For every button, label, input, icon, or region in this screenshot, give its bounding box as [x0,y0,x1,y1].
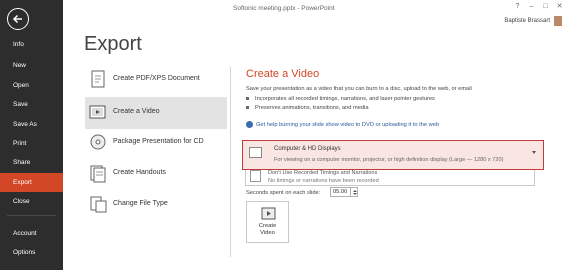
quality-subtitle: For viewing on a computer monitor, proje… [274,157,504,163]
sidebar-item-share[interactable]: Share [0,153,63,172]
help-icon[interactable]: ? [512,2,523,11]
narration-icon [250,170,261,182]
option-label: Package Presentation for CD [113,138,204,145]
spin-down-icon[interactable] [352,192,357,195]
sidebar-item-info[interactable]: Info [0,35,63,54]
option-label: Change File Type [113,200,168,207]
monitor-icon [249,147,262,158]
option-create-pdf[interactable]: Create PDF/XPS Document [85,64,227,96]
help-icon [246,121,253,128]
seconds-label: Seconds spent on each slide: [246,190,321,196]
sidebar-item-open[interactable]: Open [0,76,63,95]
sidebar-item-export[interactable]: Export [0,173,63,192]
window-controls: ? – □ ✕ [512,2,565,11]
seconds-input[interactable]: 05.00 [330,187,351,197]
page-title: Export [84,33,142,55]
timings-title: Don't Use Recorded Timings and Narration… [268,170,378,176]
sidebar-divider [7,215,56,216]
option-create-video[interactable]: Create a Video [85,97,227,129]
file-type-icon [88,195,108,214]
video-icon [261,207,276,220]
sidebar-item-close[interactable]: Close [0,192,63,211]
title-bar: Softonic meeting.pptx - PowerPoint ? – □… [63,0,568,27]
close-icon[interactable]: ✕ [554,2,565,11]
bullet-marker [246,106,249,109]
option-label: Create PDF/XPS Document [113,75,200,82]
section-title: Create a Video [246,68,320,80]
option-label: Create a Video [113,108,160,115]
sidebar-item-account[interactable]: Account [0,224,63,243]
panel-divider [230,67,231,257]
create-video-button[interactable]: Create Video [246,201,289,243]
sidebar-item-options[interactable]: Options [0,243,63,262]
bullet-marker [246,97,249,100]
quality-dropdown[interactable]: Computer & HD Displays For viewing on a … [242,140,544,170]
cd-icon [88,133,108,152]
option-label: Create Handouts [113,169,166,176]
maximize-icon[interactable]: □ [540,2,551,11]
quality-title: Computer & HD Displays [274,146,341,152]
sidebar-item-save[interactable]: Save [0,95,63,114]
minimize-icon[interactable]: – [526,2,537,11]
user-name[interactable]: Baptiste Brassart [504,18,550,24]
avatar[interactable] [553,15,563,27]
feature-bullet: Preserves animations, transitions, and m… [246,105,369,111]
option-change-file-type[interactable]: Change File Type [85,189,227,221]
create-video-label: Create Video [258,223,277,236]
chevron-down-icon[interactable] [532,151,536,154]
seconds-spinner[interactable] [351,187,358,197]
backstage-sidebar: Info New Open Save Save As Print Share E… [0,0,63,270]
spin-up-icon[interactable] [352,189,357,192]
pdf-document-icon [88,70,108,89]
video-icon [88,103,108,122]
sidebar-item-new[interactable]: New [0,56,63,75]
sidebar-item-save-as[interactable]: Save As [0,115,63,134]
timings-subtitle: No timings or narrations have been recor… [268,178,379,184]
section-description: Save your presentation as a video that y… [246,86,472,92]
document-title: Softonic meeting.pptx - PowerPoint [233,5,335,12]
handouts-icon [88,164,108,183]
feature-bullet: Incorporates all recorded timings, narra… [246,96,435,102]
option-create-handouts[interactable]: Create Handouts [85,158,227,190]
back-arrow-icon[interactable] [7,8,29,30]
option-package-cd[interactable]: Package Presentation for CD [85,127,227,159]
sidebar-item-print[interactable]: Print [0,134,63,153]
help-link[interactable]: Get help burning your slide show video t… [246,121,439,128]
